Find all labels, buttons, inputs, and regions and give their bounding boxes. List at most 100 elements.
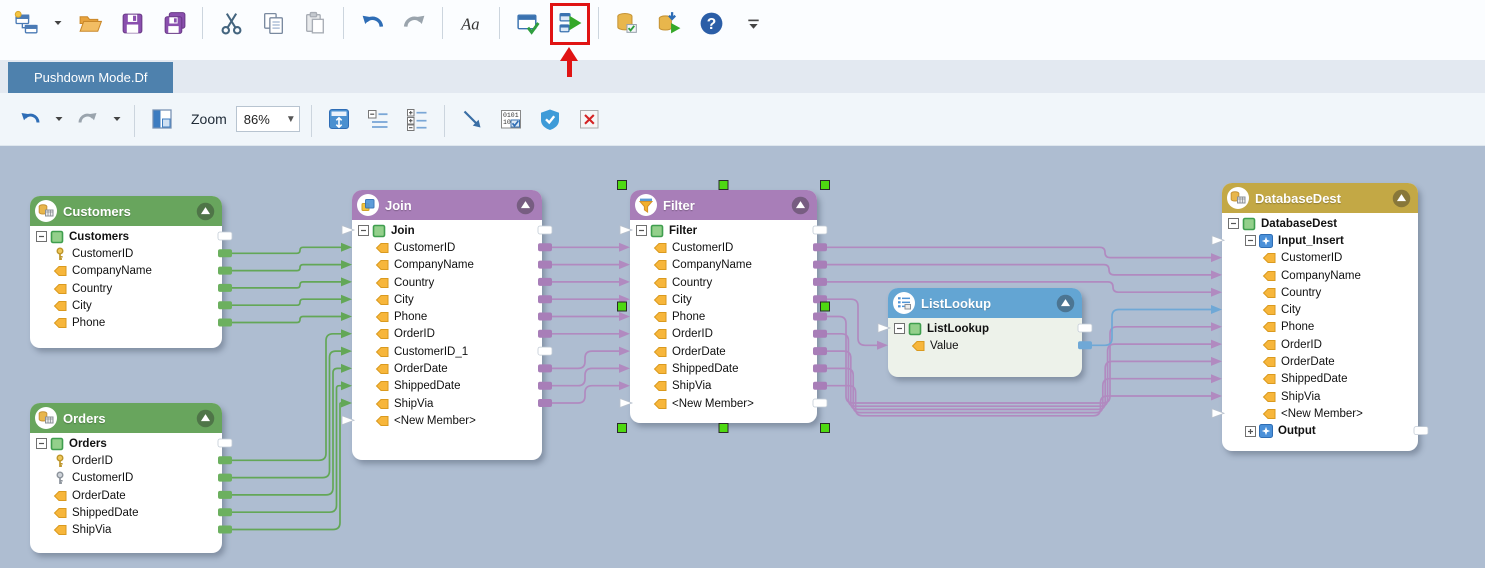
tree-row-shippeddate[interactable]: ShippedDate [1222,371,1418,388]
undo-button[interactable] [354,4,390,42]
tree-row-shipvia[interactable]: ShipVia [30,521,222,538]
tree-row-companyname[interactable]: CompanyName [630,257,817,274]
connection-line[interactable] [232,403,342,530]
collapse-node-button[interactable] [1055,293,1076,314]
tree-row-companyname[interactable]: CompanyName [1222,267,1418,284]
verify-dataflow-button[interactable] [534,103,566,135]
copy-button[interactable] [255,4,291,42]
selection-handle[interactable] [821,181,830,190]
tree-row-phone[interactable]: Phone [1222,319,1418,336]
help-button[interactable]: ? [693,4,729,42]
tree-row-companyname[interactable]: CompanyName [30,263,222,280]
tree-row-country[interactable]: Country [30,280,222,297]
node-header[interactable]: Join [352,190,542,220]
tree-row-shipvia[interactable]: ShipVia [352,395,542,412]
tree-row-join[interactable]: Join [352,222,542,239]
tree-row-customers[interactable]: Customers [30,228,222,245]
tree-row-customerid-1[interactable]: CustomerID_1 [352,343,542,360]
connection-line[interactable] [232,334,342,461]
undo-dropdown[interactable] [53,103,65,135]
tree-expander-plus-icon[interactable] [1245,426,1256,437]
expand-all-button[interactable] [401,103,433,135]
collapse-node-button[interactable] [515,195,536,216]
node-header[interactable]: ListLookup [888,288,1082,318]
selection-handle[interactable] [719,181,728,190]
tree-row-phone[interactable]: Phone [630,308,817,325]
tree-row-listlookup[interactable]: ListLookup [888,320,1082,337]
tab-pushdown-mode[interactable]: Pushdown Mode.Df [8,62,173,93]
node-header[interactable]: DatabaseDest [1222,183,1418,213]
tree-expander-minus-icon[interactable] [358,225,369,236]
node-filter[interactable]: FilterFilterCustomerIDCompanyNameCountry… [630,190,817,423]
chevron-down-icon[interactable]: ▼ [283,114,299,125]
redo-dropdown[interactable] [111,103,123,135]
selection-handle[interactable] [618,424,627,433]
tree-row-orderdate[interactable]: OrderDate [30,487,222,504]
tree-row-orderid[interactable]: OrderID [1222,336,1418,353]
connection-line[interactable] [232,299,342,305]
connection-line[interactable] [827,299,878,345]
font-button[interactable]: Aa [453,4,489,42]
tree-row-shippeddate[interactable]: ShippedDate [30,504,222,521]
tree-row-orderdate[interactable]: OrderDate [352,360,542,377]
tree-row-country[interactable]: Country [630,274,817,291]
collapse-all-button[interactable] [362,103,394,135]
tree-row-phone[interactable]: Phone [352,308,542,325]
tree-row-orderdate[interactable]: OrderDate [630,343,817,360]
node-listlookup[interactable]: ListLookupListLookupValue [888,288,1082,377]
preview-panel-button[interactable] [146,103,178,135]
tree-row-orderid[interactable]: OrderID [30,452,222,469]
node-customers[interactable]: CustomersCustomersCustomerIDCompanyNameC… [30,196,222,348]
tree-row-customerid[interactable]: CustomerID [30,470,222,487]
database-run-button[interactable] [651,4,687,42]
new-dataflow-dropdown[interactable] [50,4,66,42]
tree-row-customerid[interactable]: CustomerID [352,239,542,256]
node-dbdest[interactable]: DatabaseDestDatabaseDestInput_InsertCust… [1222,183,1418,451]
connection-line[interactable] [552,386,620,403]
tree-row-country[interactable]: Country [352,274,542,291]
open-button[interactable] [72,4,108,42]
new-dataflow-button[interactable] [8,4,44,42]
tree-row-customerid[interactable]: CustomerID [1222,250,1418,267]
tree-row-filter[interactable]: Filter [630,222,817,239]
tree-row-city[interactable]: City [352,291,542,308]
connection-line[interactable] [232,351,342,478]
connection-line[interactable] [552,351,620,368]
database-verify-button[interactable] [609,4,645,42]
connection-line[interactable] [232,247,342,253]
toolbar-overflow-button[interactable] [735,4,771,42]
collapse-node-button[interactable] [195,408,216,429]
tree-row-city[interactable]: City [30,297,222,314]
verify-window-button[interactable] [510,4,546,42]
tree-row-customerid[interactable]: CustomerID [30,245,222,262]
tree-row-shipvia[interactable]: ShipVia [1222,388,1418,405]
collapse-node-button[interactable] [1391,188,1412,209]
selection-handle[interactable] [821,424,830,433]
tree-expander-minus-icon[interactable] [1228,218,1239,229]
tree-row-country[interactable]: Country [1222,284,1418,301]
selection-handle[interactable] [618,302,627,311]
tree-row-new-member[interactable]: <New Member> [630,395,817,412]
tree-expander-minus-icon[interactable] [36,231,47,242]
dataflow-canvas[interactable]: CustomersCustomersCustomerIDCompanyNameC… [0,146,1485,568]
cut-button[interactable] [213,4,249,42]
link-tool-button[interactable] [456,103,488,135]
tree-row-new-member[interactable]: <New Member> [352,412,542,429]
tree-row-customerid[interactable]: CustomerID [630,239,817,256]
tree-row-city[interactable]: City [1222,301,1418,318]
node-join[interactable]: JoinJoinCustomerIDCompanyNameCountryCity… [352,190,542,460]
paste-button[interactable] [297,4,333,42]
selection-handle[interactable] [821,302,830,311]
save-button[interactable] [114,4,150,42]
connection-line[interactable] [232,265,342,271]
save-all-button[interactable] [156,4,192,42]
remove-button[interactable] [573,103,605,135]
tree-row-shippeddate[interactable]: ShippedDate [352,378,542,395]
tree-row-shippeddate[interactable]: ShippedDate [630,360,817,377]
tree-expander-minus-icon[interactable] [1245,235,1256,246]
connection-line[interactable] [827,265,1212,275]
redo-button[interactable] [396,4,432,42]
zoom-select[interactable]: 86%▼ [236,106,300,132]
tree-row-orders[interactable]: Orders [30,435,222,452]
collapse-node-button[interactable] [195,201,216,222]
